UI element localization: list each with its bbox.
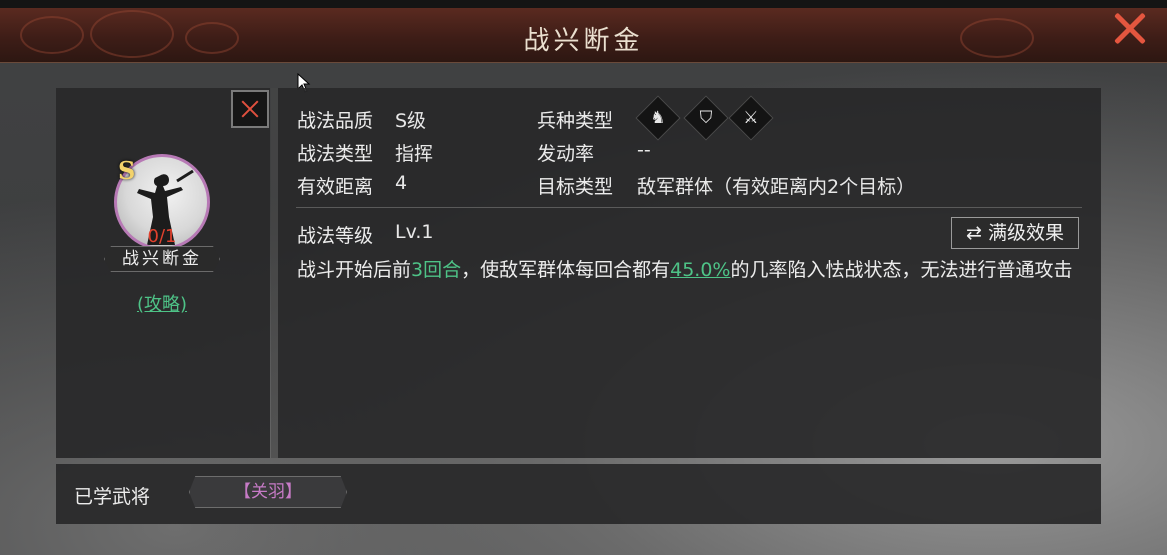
troop-type-label: 兵种类型 (537, 110, 614, 132)
target-type-label: 目标类型 (537, 176, 614, 198)
rounds-highlight: 3回合 (411, 259, 462, 281)
top-strip (0, 0, 1167, 8)
skill-description: 战斗开始后前3回合，使敌军群体每回合都有45.0%的几率陷入怯战状态，无法进行普… (297, 257, 1087, 284)
hero-tag[interactable]: 【关羽】 (189, 476, 347, 508)
learn-progress: 0/1 (147, 226, 177, 247)
description-text: 战斗开始后前 (297, 259, 412, 281)
rate-highlight[interactable]: 45.0% (670, 259, 730, 281)
target-type-value: 敌军群体（有效距离内2个目标） (637, 176, 916, 198)
title-bar: 战兴断金 (0, 8, 1167, 63)
section-divider (296, 207, 1082, 208)
skill-name-ribbon: 战兴断金 (104, 246, 220, 272)
bow-icon: ⚔ (743, 108, 759, 128)
close-icon[interactable] (1112, 10, 1148, 46)
skill-type-label: 战法类型 (297, 143, 374, 165)
max-level-effect-button[interactable]: ⇄ 满级效果 (951, 217, 1079, 249)
guide-link[interactable]: (攻略) (114, 290, 210, 316)
trigger-rate-value: -- (637, 139, 651, 161)
max-level-effect-label: 满级效果 (987, 222, 1064, 244)
learned-heroes-label: 已学武将 (74, 486, 151, 508)
grade-badge: S (118, 156, 136, 185)
skill-level-label: 战法等级 (297, 225, 374, 247)
description-text: ，使敌军群体每回合都有 (461, 259, 671, 281)
quality-label: 战法品质 (297, 110, 374, 132)
skill-type-value: 指挥 (395, 143, 434, 165)
cavalry-icon: ♞ (650, 108, 666, 128)
range-label: 有效距离 (297, 176, 374, 198)
window-title: 战兴断金 (523, 26, 644, 56)
quality-value: S级 (395, 110, 427, 132)
trigger-rate-label: 发动率 (537, 143, 595, 165)
skill-level-value: Lv.1 (395, 221, 434, 243)
remove-skill-button[interactable] (231, 90, 269, 128)
range-value: 4 (395, 172, 408, 194)
description-text: 的几率陷入怯战状态，无法进行普通攻击 (730, 259, 1073, 281)
skill-card-panel (56, 88, 270, 458)
swap-icon: ⇄ (966, 222, 982, 244)
shield-icon: ⛉ (699, 108, 713, 128)
panel-divider (271, 88, 278, 458)
